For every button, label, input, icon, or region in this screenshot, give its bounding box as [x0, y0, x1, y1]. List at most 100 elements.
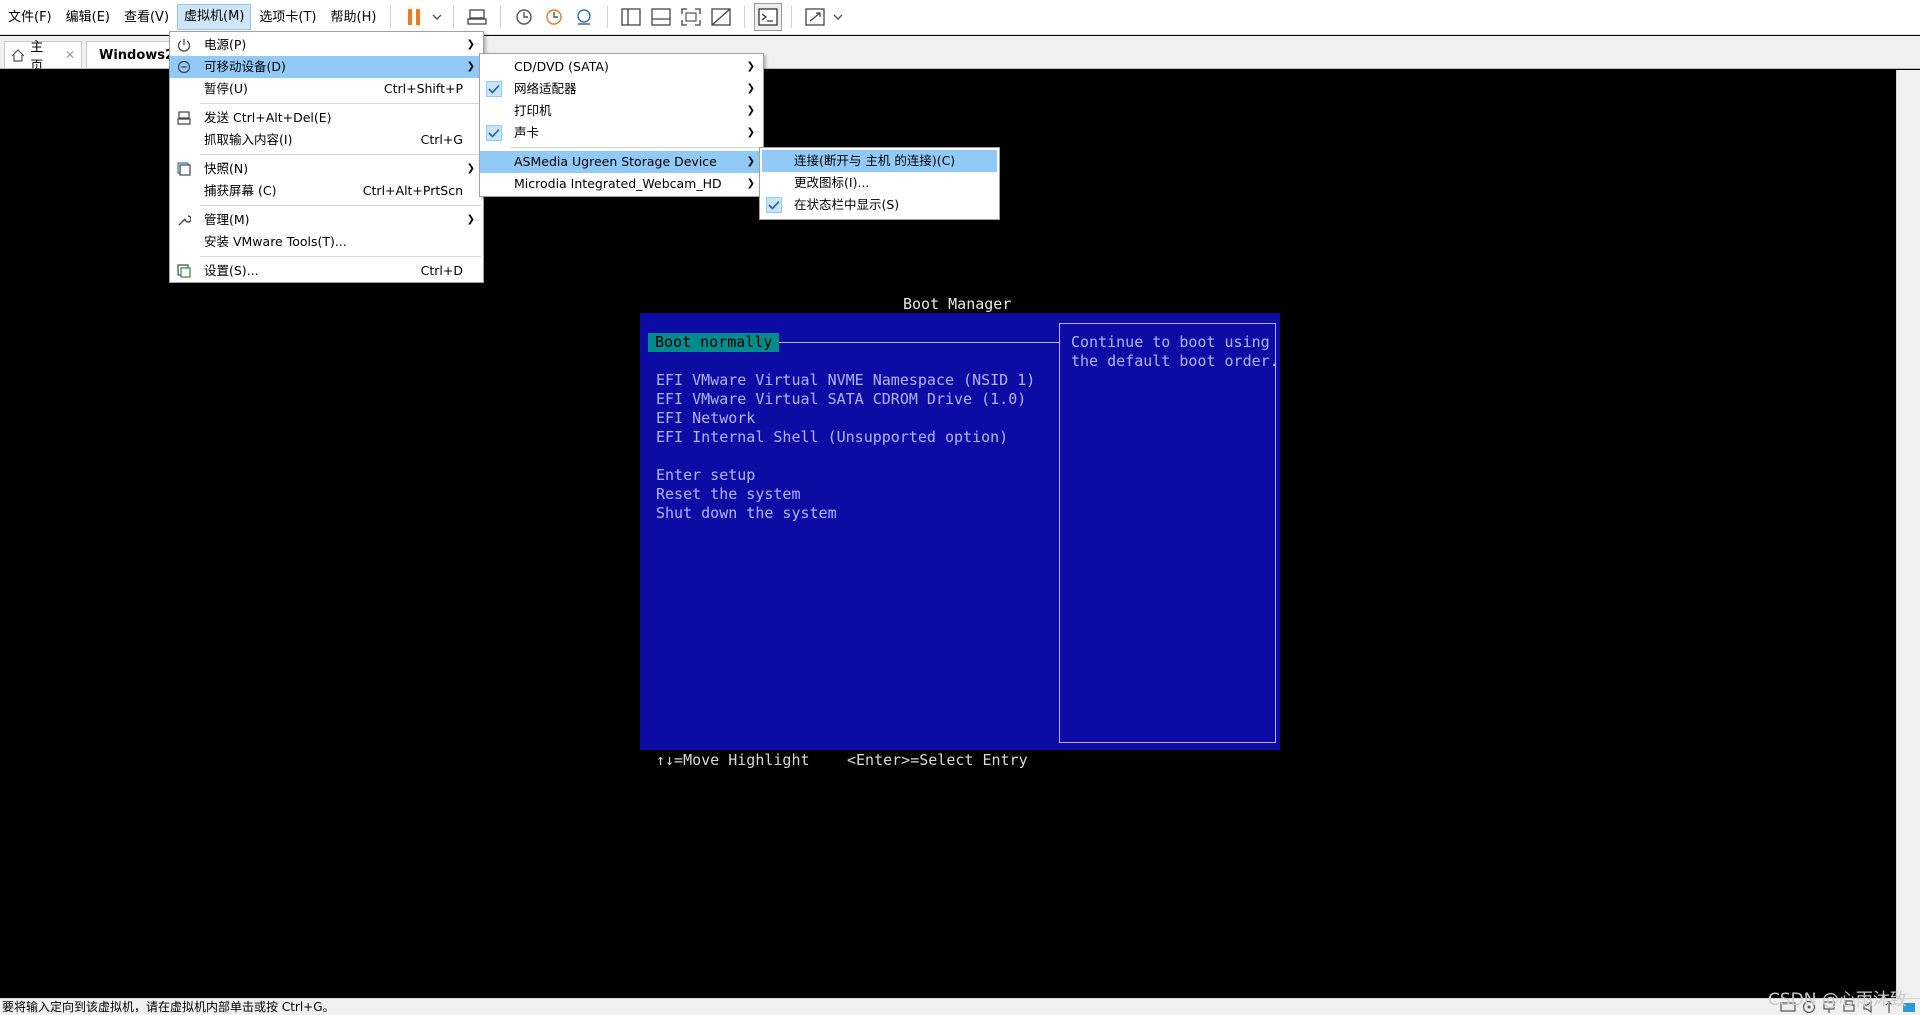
pause-icon[interactable]: [400, 3, 428, 31]
menu-item-capture-screen[interactable]: 捕获屏幕 (C) Ctrl+Alt+PrtScn: [170, 180, 483, 202]
boot-footer-move: ↑↓=Move Highlight: [656, 751, 810, 769]
tab-home-label: 主页: [30, 40, 44, 74]
stretch-guest-icon[interactable]: [801, 3, 829, 31]
fullscreen-icon[interactable]: [677, 3, 705, 31]
menu-item-shortcut: Ctrl+Alt+PrtScn: [362, 183, 463, 198]
send-ctrl-alt-del-icon[interactable]: [463, 3, 491, 31]
menu-item-label: 网络适配器: [514, 81, 577, 96]
snapshot-manager-icon[interactable]: [570, 3, 598, 31]
tab-vm[interactable]: Windows2: [86, 41, 176, 68]
vertical-scrollbar[interactable]: [1896, 70, 1920, 998]
menu-item-label: 安装 VMware Tools(T)...: [204, 234, 347, 249]
menu-item-webcam[interactable]: Microdia Integrated_Webcam_HD ❯: [480, 173, 763, 195]
chevron-right-icon: ❯: [466, 214, 475, 225]
boot-action[interactable]: Shut down the system: [656, 504, 837, 522]
revert-snapshot-icon[interactable]: [540, 3, 568, 31]
menu-item-power[interactable]: 电源(P) ❯: [170, 34, 483, 56]
menu-item-grab-input[interactable]: 抓取输入内容(I) Ctrl+G: [170, 129, 483, 151]
menu-help[interactable]: 帮助(H): [325, 0, 383, 35]
removable-device-icon: [176, 59, 192, 75]
chevron-right-icon: ❯: [746, 156, 755, 167]
menu-item-label: 设置(S)...: [204, 263, 259, 278]
chevron-right-icon: ❯: [466, 163, 475, 174]
menu-bar: 文件(F) 编辑(E) 查看(V) 虚拟机(M) 选项卡(T) 帮助(H): [0, 0, 1920, 35]
menu-item-connect[interactable]: 连接(断开与 主机 的连接)(C): [762, 150, 997, 172]
menu-item-cdrom[interactable]: CD/DVD (SATA) ❯: [480, 56, 763, 78]
menu-item-label: 快照(N): [204, 161, 249, 176]
watermark: CSDN @心雨沐致: [1768, 990, 1907, 1010]
menu-item-pause[interactable]: 暂停(U) Ctrl+Shift+P: [170, 78, 483, 100]
thumbnail-view-icon[interactable]: [647, 3, 675, 31]
menu-item-show-in-statusbar[interactable]: 在状态栏中显示(S): [760, 194, 999, 216]
menu-item-manage[interactable]: 管理(M) ❯: [170, 209, 483, 231]
home-icon: [11, 48, 25, 62]
chevron-down-icon[interactable]: [430, 3, 444, 31]
boot-entry-selected[interactable]: Boot normally: [648, 333, 780, 352]
menu-item-settings[interactable]: 设置(S)... Ctrl+D: [170, 260, 483, 282]
keyboard-icon: [176, 110, 192, 126]
toolbar-separator: [791, 6, 793, 28]
menu-separator: [200, 205, 481, 206]
snapshot-icon: [176, 161, 192, 177]
boot-manager-title: Boot Manager: [903, 295, 1012, 313]
menu-item-label: 抓取输入内容(I): [204, 132, 293, 147]
menu-vm[interactable]: 虚拟机(M): [177, 4, 252, 30]
menu-item-sound-card[interactable]: 声卡 ❯: [480, 122, 763, 144]
settings-icon: [176, 263, 192, 279]
boot-entry[interactable]: EFI VMware Virtual SATA CDROM Drive (1.0…: [656, 390, 1026, 408]
menu-item-shortcut: Ctrl+G: [420, 132, 463, 147]
menu-item-asmedia-storage[interactable]: ASMedia Ugreen Storage Device ❯: [480, 151, 763, 173]
checkmark-icon: [486, 81, 502, 97]
boot-entry[interactable]: EFI Network: [656, 409, 755, 427]
menu-item-label: 捕获屏幕 (C): [204, 183, 277, 198]
menu-tabs[interactable]: 选项卡(T): [253, 0, 322, 35]
status-text: 要将输入定向到该虚拟机，请在虚拟机内部单击或按 Ctrl+G。: [2, 1000, 335, 1014]
boot-action[interactable]: Reset the system: [656, 485, 801, 503]
menu-item-label: 声卡: [514, 125, 540, 140]
sidebar-view-icon[interactable]: [617, 3, 645, 31]
tab-vm-label: Windows2: [99, 47, 175, 63]
menu-item-change-icon[interactable]: 更改图标(I)...: [760, 172, 999, 194]
boot-action[interactable]: Enter setup: [656, 466, 755, 484]
chevron-right-icon: ❯: [746, 127, 755, 138]
menu-item-install-tools[interactable]: 安装 VMware Tools(T)...: [170, 231, 483, 253]
menu-item-label: CD/DVD (SATA): [514, 59, 609, 74]
chevron-right-icon: ❯: [746, 83, 755, 94]
menu-item-snapshot[interactable]: 快照(N) ❯: [170, 158, 483, 180]
chevron-down-icon[interactable]: [831, 3, 845, 31]
boot-help-box: [1059, 323, 1276, 743]
menu-item-label: 管理(M): [204, 212, 250, 227]
boot-help-text: the default boot order.: [1071, 352, 1279, 370]
menu-edit[interactable]: 编辑(E): [60, 0, 116, 35]
menu-item-label: ASMedia Ugreen Storage Device: [514, 154, 717, 169]
vm-menu: 电源(P) ❯ 可移动设备(D) ❯ 暂停(U) Ctrl+Shift+P 发送…: [169, 31, 484, 283]
menu-item-printer[interactable]: 打印机 ❯: [480, 100, 763, 122]
toolbar-separator: [390, 6, 392, 28]
boot-entry[interactable]: EFI VMware Virtual NVME Namespace (NSID …: [656, 371, 1035, 389]
menu-view[interactable]: 查看(V): [118, 0, 175, 35]
device-submenu: 连接(断开与 主机 的连接)(C) 更改图标(I)... 在状态栏中显示(S): [759, 147, 1000, 220]
unity-view-icon[interactable]: [707, 3, 735, 31]
boot-help-text: Continue to boot using: [1071, 333, 1270, 351]
menu-item-label: 可移动设备(D): [204, 59, 286, 74]
close-icon[interactable]: ✕: [65, 48, 75, 62]
boot-footer-select: <Enter>=Select Entry: [847, 751, 1028, 769]
toolbar-separator: [453, 6, 455, 28]
menu-item-label: 发送 Ctrl+Alt+Del(E): [204, 110, 332, 125]
menu-item-label: 连接(断开与 主机 的连接)(C): [794, 153, 956, 168]
tab-home[interactable]: 主页 ✕: [4, 40, 82, 74]
menu-item-send-ctrl-alt-del[interactable]: 发送 Ctrl+Alt+Del(E): [170, 107, 483, 129]
boot-entry[interactable]: EFI Internal Shell (Unsupported option): [656, 428, 1008, 446]
removable-devices-menu: CD/DVD (SATA) ❯ 网络适配器 ❯ 打印机 ❯ 声卡 ❯ ASMed…: [479, 53, 764, 197]
menu-file[interactable]: 文件(F): [2, 0, 58, 35]
menu-separator: [200, 256, 481, 257]
snapshot-icon[interactable]: [510, 3, 538, 31]
wrench-icon: [176, 212, 192, 228]
chevron-right-icon: ❯: [746, 61, 755, 72]
menu-item-label: 电源(P): [204, 37, 247, 52]
status-bar: 要将输入定向到该虚拟机，请在虚拟机内部单击或按 Ctrl+G。: [0, 998, 1920, 1015]
menu-item-removable-devices[interactable]: 可移动设备(D) ❯: [170, 56, 483, 78]
chevron-right-icon: ❯: [466, 39, 475, 50]
console-view-icon[interactable]: [754, 3, 783, 31]
menu-item-network-adapter[interactable]: 网络适配器 ❯: [480, 78, 763, 100]
